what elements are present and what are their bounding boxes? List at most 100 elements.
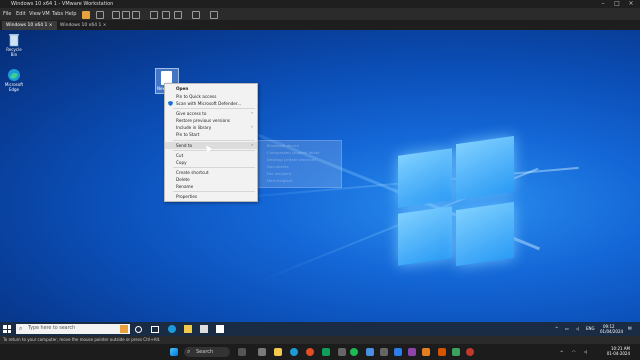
submenu-item[interactable]: Mail recipient bbox=[267, 178, 293, 183]
submenu-item[interactable]: Bluetooth device bbox=[267, 143, 299, 148]
windows-start-icon[interactable] bbox=[3, 325, 11, 333]
recycle-bin-icon bbox=[7, 33, 21, 47]
menu-separator bbox=[173, 191, 255, 192]
menu-item-restore-versions[interactable]: Restore previous versions bbox=[165, 117, 257, 124]
menu-edit[interactable]: Edit bbox=[16, 8, 26, 20]
snapshot-icon[interactable] bbox=[112, 11, 120, 19]
spotify-icon[interactable] bbox=[350, 348, 358, 356]
host-search-input[interactable]: ⌕ Search bbox=[184, 347, 230, 357]
menu-item-create-shortcut[interactable]: Create shortcut bbox=[165, 169, 257, 176]
menu-item-pin-quick-access[interactable]: Pin to Quick access bbox=[165, 93, 257, 100]
menu-item-copy[interactable]: Copy bbox=[165, 159, 257, 166]
host-edge-icon[interactable] bbox=[290, 348, 298, 356]
host-start-icon[interactable] bbox=[170, 348, 178, 356]
submenu-item[interactable]: Documents bbox=[267, 164, 289, 169]
search-input[interactable]: ⌕ Type here to search bbox=[16, 324, 130, 334]
unity-icon[interactable] bbox=[174, 11, 182, 19]
send-ctrl-alt-del-icon[interactable] bbox=[96, 11, 104, 19]
snapshot-manager-icon[interactable] bbox=[132, 11, 140, 19]
vm-tab-2[interactable]: Windows 10 x64 1 × bbox=[56, 21, 111, 30]
edge-icon bbox=[7, 68, 21, 82]
volume-icon[interactable]: ◁ bbox=[576, 326, 579, 331]
submenu-item[interactable]: Fax recipient bbox=[267, 171, 291, 176]
wifi-icon[interactable]: ◠ bbox=[572, 349, 576, 354]
desktop-icon-edge[interactable]: Microsoft Edge bbox=[3, 68, 25, 92]
vm-tab-active[interactable]: Windows 10 x64 1 × bbox=[2, 21, 57, 30]
windows-logo bbox=[398, 135, 516, 270]
menu-item-properties[interactable]: Properties bbox=[165, 193, 257, 200]
menu-separator bbox=[173, 108, 255, 109]
menu-item-cut[interactable]: Cut bbox=[165, 152, 257, 159]
app-icon[interactable] bbox=[338, 348, 346, 356]
menu-help[interactable]: Help bbox=[65, 8, 76, 20]
desktop-icon-recycle-bin[interactable]: Recycle Bin bbox=[3, 33, 25, 57]
widgets-icon[interactable] bbox=[258, 348, 266, 356]
app-icon[interactable] bbox=[380, 348, 388, 356]
menu-vm[interactable]: VM bbox=[42, 8, 50, 20]
store-icon[interactable] bbox=[200, 325, 208, 333]
menu-item-give-access[interactable]: Give access to › bbox=[165, 110, 257, 117]
menu-tabs[interactable]: Tabs bbox=[52, 8, 63, 20]
menu-item-include-library[interactable]: Include in library › bbox=[165, 124, 257, 131]
pause-icon[interactable] bbox=[82, 11, 90, 19]
chevron-right-icon: › bbox=[251, 125, 253, 130]
menu-view[interactable]: View bbox=[29, 8, 41, 20]
file-explorer-icon[interactable] bbox=[184, 325, 192, 333]
submenu-item[interactable]: Desktop (create shortcut) bbox=[267, 157, 316, 162]
desktop-icon-label: Recycle Bin bbox=[6, 47, 22, 57]
edge-taskbar-icon[interactable] bbox=[168, 325, 176, 333]
host-file-explorer-icon[interactable] bbox=[274, 348, 282, 356]
vm-tab-label: Windows 10 x64 1 bbox=[6, 23, 48, 28]
menu-item-rename[interactable]: Rename bbox=[165, 183, 257, 190]
cortana-icon[interactable] bbox=[135, 326, 142, 333]
language-indicator[interactable]: ENG bbox=[586, 326, 595, 331]
menu-item-scan-defender[interactable]: Scan with Microsoft Defender... bbox=[165, 100, 257, 107]
volume-icon[interactable]: ◁ bbox=[584, 349, 587, 354]
search-highlight-icon bbox=[120, 325, 128, 333]
defender-icon bbox=[168, 101, 173, 106]
app-icon[interactable] bbox=[452, 348, 460, 356]
excel-icon[interactable] bbox=[322, 348, 330, 356]
chrome-icon[interactable] bbox=[306, 348, 314, 356]
app-icon[interactable] bbox=[408, 348, 416, 356]
task-view-icon[interactable] bbox=[238, 348, 246, 356]
network-icon[interactable]: ▭ bbox=[565, 326, 569, 331]
vmware-tabbar: Windows 10 x64 1 × Windows 10 x64 1 × bbox=[0, 20, 640, 30]
host-clock[interactable]: 10:21 AM 01-04-2024 bbox=[604, 346, 630, 356]
window-title: Windows 10 x64 1 - VMware Workstation bbox=[11, 1, 114, 7]
menu-item-open[interactable]: Open bbox=[165, 85, 257, 92]
app-icon[interactable] bbox=[466, 348, 474, 356]
close-icon[interactable]: × bbox=[624, 0, 638, 8]
host-taskbar: ⌕ Search ^ ◠ ◁ 10:21 AM 01-04-2024 bbox=[0, 344, 640, 360]
guest-desktop[interactable]: Recycle Bin Microsoft Edge New... Blueto… bbox=[0, 30, 640, 322]
context-menu: Open Pin to Quick access Scan with Micro… bbox=[164, 83, 258, 202]
minimize-icon[interactable]: – bbox=[596, 0, 610, 8]
app-icon[interactable] bbox=[422, 348, 430, 356]
library-icon[interactable] bbox=[150, 11, 158, 19]
vmware-menubar: File Edit View VM Tabs Help bbox=[0, 8, 640, 20]
menu-item-delete[interactable]: Delete bbox=[165, 176, 257, 183]
desktop-icon-label: Microsoft Edge bbox=[4, 82, 24, 92]
host-date: 01-04-2024 bbox=[606, 351, 630, 356]
notification-icon[interactable]: ▤ bbox=[628, 325, 632, 330]
submenu-item[interactable]: Compressed (zipped) folder bbox=[267, 150, 320, 155]
revert-snapshot-icon[interactable] bbox=[122, 11, 130, 19]
menu-file[interactable]: File bbox=[3, 8, 11, 20]
chevron-right-icon: › bbox=[251, 143, 253, 148]
mail-icon[interactable] bbox=[216, 325, 224, 333]
vmware-titlebar: Windows 10 x64 1 - VMware Workstation – … bbox=[0, 0, 640, 8]
status-text: To return to your computer, move the mou… bbox=[3, 337, 161, 342]
menu-separator bbox=[173, 140, 255, 141]
app-icon[interactable] bbox=[438, 348, 446, 356]
photos-icon[interactable] bbox=[366, 348, 374, 356]
fullscreen-icon[interactable] bbox=[162, 11, 170, 19]
guest-taskbar: ⌕ Type here to search ^ ▭ ◁ ENG 09:12 01… bbox=[0, 322, 640, 336]
maximize-icon[interactable]: □ bbox=[610, 0, 624, 8]
tray-chevron-up-icon[interactable]: ^ bbox=[555, 326, 558, 331]
stretch-icon[interactable] bbox=[210, 11, 218, 19]
menu-item-pin-start[interactable]: Pin to Start bbox=[165, 131, 257, 138]
telegram-icon[interactable] bbox=[394, 348, 402, 356]
tray-chevron-up-icon[interactable]: ^ bbox=[560, 350, 563, 355]
console-view-icon[interactable] bbox=[192, 11, 200, 19]
task-view-icon[interactable] bbox=[151, 326, 159, 333]
